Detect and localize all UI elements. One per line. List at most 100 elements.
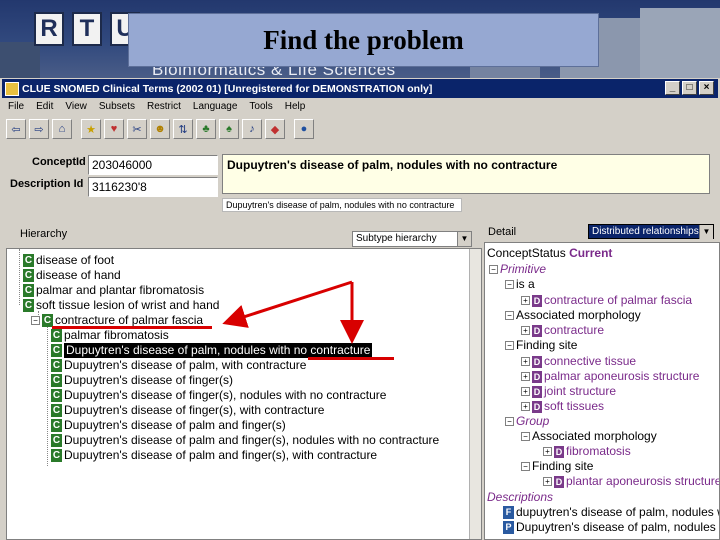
hierarchy-tree: Cdisease of foot Cdisease of hand Cpalma… (6, 248, 482, 540)
tree-item[interactable]: Cdisease of hand (23, 268, 121, 283)
group-assoc-morph-row[interactable]: − Associated morphology (521, 429, 657, 444)
expand-icon[interactable]: + (521, 402, 530, 411)
home-icon[interactable]: ⌂ (52, 119, 72, 139)
group-finding-site-value[interactable]: + Dplantar aponeurosis structure (543, 474, 719, 489)
concept-icon: C (23, 299, 34, 312)
expand-icon[interactable]: + (521, 296, 530, 305)
favorites-icon[interactable]: ♥ (104, 119, 124, 139)
menu-view[interactable]: View (65, 101, 87, 112)
tree-item[interactable]: C Dupuytren's disease of palm and finger(… (51, 418, 286, 433)
concept-icon: C (51, 374, 62, 387)
collapse-icon[interactable]: − (521, 462, 530, 471)
description-id-field[interactable]: 3116230'8 (88, 177, 218, 197)
collapse-icon[interactable]: − (31, 316, 40, 325)
minimize-button[interactable]: _ (665, 81, 680, 95)
collapse-icon[interactable]: − (505, 341, 514, 350)
globe-icon[interactable]: ● (294, 119, 314, 139)
collapse-icon[interactable]: − (505, 417, 514, 426)
hierarchy-select-value: Subtype hierarchy (356, 233, 437, 244)
collapse-icon[interactable]: − (505, 311, 514, 320)
group-row[interactable]: − Group (505, 414, 549, 429)
menu-help[interactable]: Help (285, 101, 306, 112)
menu-file[interactable]: File (8, 101, 24, 112)
chevron-down-icon[interactable]: ▼ (699, 225, 713, 239)
collapse-icon[interactable]: − (489, 265, 498, 274)
concept-icon: C (23, 254, 34, 267)
chevron-down-icon[interactable]: ▼ (457, 232, 471, 246)
group-finding-site-row[interactable]: − Finding site (521, 459, 593, 474)
expand-icon[interactable]: + (543, 447, 552, 456)
fully-specified-icon: F (503, 506, 514, 519)
maximize-button[interactable]: □ (682, 81, 697, 95)
descriptor-icon: D (554, 475, 564, 488)
plant-icon[interactable]: ♣ (196, 119, 216, 139)
tree-item-selected[interactable]: C Dupuytren's disease of palm, nodules wi… (51, 343, 373, 358)
menu-subsets[interactable]: Subsets (99, 101, 135, 112)
concept-icon: C (23, 284, 34, 297)
descriptions-label: Descriptions (487, 490, 554, 504)
concept-id-field[interactable]: 203046000 (88, 155, 218, 175)
tree-item[interactable]: C Dupuytren's disease of finger(s), with … (51, 403, 324, 418)
menu-tools[interactable]: Tools (249, 101, 272, 112)
tree-item[interactable]: C Dupuytren's disease of palm, with contr… (51, 358, 306, 373)
menu-restrict[interactable]: Restrict (147, 101, 181, 112)
concept-icon: C (51, 359, 62, 372)
hierarchy-select[interactable]: Subtype hierarchy ▼ (352, 231, 472, 247)
finding-site-row[interactable]: − Finding site (505, 338, 577, 353)
tree-item[interactable]: Cpalmar fibromatosis (51, 328, 169, 343)
is-a-value-row[interactable]: + Dcontracture of palmar fascia (521, 293, 692, 308)
tree-item[interactable]: Cdisease of foot (23, 253, 114, 268)
expand-icon[interactable]: + (521, 387, 530, 396)
kite-icon[interactable]: ◆ (265, 119, 285, 139)
slide-banner: R T U Bioinformatics & Life Sciences Fin… (0, 0, 720, 78)
concept-icon: C (51, 434, 62, 447)
tree-item[interactable]: C Dupuytren's disease of palm and finger(… (51, 433, 439, 448)
music-icon[interactable]: ♪ (242, 119, 262, 139)
concept-icon: C (51, 389, 62, 402)
primitive-row[interactable]: − Primitive (489, 262, 546, 277)
finding-site-item[interactable]: + Djoint structure (521, 384, 616, 399)
preferred-term-icon: P (503, 521, 514, 534)
descriptor-icon: D (532, 294, 542, 307)
forward-icon[interactable]: ⇨ (29, 119, 49, 139)
window-title: CLUE SNOMED Clinical Terms (2002 01) [Un… (22, 82, 433, 95)
finding-site-item[interactable]: + Dsoft tissues (521, 399, 604, 414)
description-item[interactable]: Fdupuytren's disease of palm, nodules wi… (503, 505, 719, 520)
finding-site-item[interactable]: + Dpalmar aponeurosis structure (521, 369, 699, 384)
expand-icon[interactable]: + (521, 372, 530, 381)
concept-id-label: ConceptId (32, 156, 86, 168)
annotation-underline (308, 357, 394, 360)
person-icon[interactable]: ☻ (150, 119, 170, 139)
assoc-morph-value-row[interactable]: + Dcontracture (521, 323, 604, 338)
close-button[interactable]: × (699, 81, 714, 95)
tree-item[interactable]: Csoft tissue lesion of wrist and hand (23, 298, 219, 313)
detail-label: Detail (488, 226, 517, 238)
expand-icon[interactable]: + (521, 326, 530, 335)
collapse-icon[interactable]: − (521, 432, 530, 441)
menu-edit[interactable]: Edit (36, 101, 53, 112)
assoc-morph-row[interactable]: − Associated morphology (505, 308, 641, 323)
description-id-label: Description Id (10, 178, 84, 190)
tree-icon[interactable]: ♠ (219, 119, 239, 139)
group-assoc-morph-value[interactable]: + Dfibromatosis (543, 444, 631, 459)
description-item[interactable]: PDupuytren's disease of palm, nodules wi… (503, 520, 719, 535)
detail-tree: ConceptStatus Current − Primitive − is a +… (484, 242, 720, 540)
back-icon[interactable]: ⇦ (6, 119, 26, 139)
scrollbar[interactable] (469, 249, 481, 539)
expand-icon[interactable]: + (521, 357, 530, 366)
tree-item[interactable]: Cpalmar and plantar fibromatosis (23, 283, 204, 298)
collapse-icon[interactable]: − (505, 280, 514, 289)
menu-language[interactable]: Language (193, 101, 238, 112)
descriptor-icon: D (532, 370, 542, 383)
sort-icon[interactable]: ⇅ (173, 119, 193, 139)
detail-select[interactable]: Distributed relationships ▼ (588, 224, 714, 239)
tree-item[interactable]: C Dupuytren's disease of palm and finger(… (51, 448, 377, 463)
tree-item[interactable]: C Dupuytren's disease of finger(s) (51, 373, 233, 388)
star-icon[interactable]: ★ (81, 119, 101, 139)
expand-icon[interactable]: + (543, 477, 552, 486)
finding-site-item[interactable]: + Dconnective tissue (521, 354, 636, 369)
is-a-row[interactable]: − is a (505, 277, 535, 292)
scissors-icon[interactable]: ✂ (127, 119, 147, 139)
concept-icon: C (51, 419, 62, 432)
tree-item[interactable]: C Dupuytren's disease of finger(s), nodul… (51, 388, 386, 403)
